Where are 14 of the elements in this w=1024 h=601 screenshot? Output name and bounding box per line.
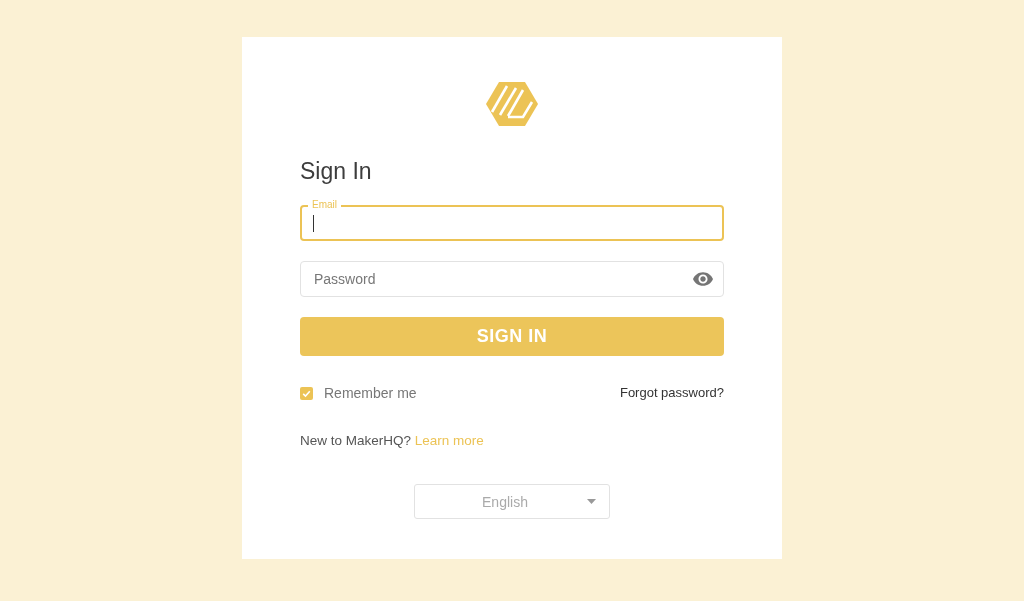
page-title: Sign In bbox=[300, 158, 373, 184]
sign-in-button[interactable]: SIGN IN bbox=[300, 317, 724, 356]
password-field[interactable]: Password bbox=[300, 261, 724, 297]
email-label: Email bbox=[308, 199, 341, 210]
eye-icon[interactable] bbox=[693, 272, 713, 286]
text-cursor-icon bbox=[313, 215, 314, 232]
forgot-password-link[interactable]: Forgot password? bbox=[619, 385, 724, 401]
caret-icon bbox=[587, 499, 596, 504]
learn-more-link[interactable]: Learn more bbox=[414, 433, 484, 448]
language-select[interactable]: English bbox=[414, 484, 610, 519]
checkbox[interactable] bbox=[300, 386, 313, 400]
remember-me-label[interactable]: Remember me bbox=[324, 385, 417, 401]
hexagon-logo-icon bbox=[486, 82, 538, 126]
signup-prompt: New to MakerHQ? Learn more bbox=[300, 434, 485, 448]
